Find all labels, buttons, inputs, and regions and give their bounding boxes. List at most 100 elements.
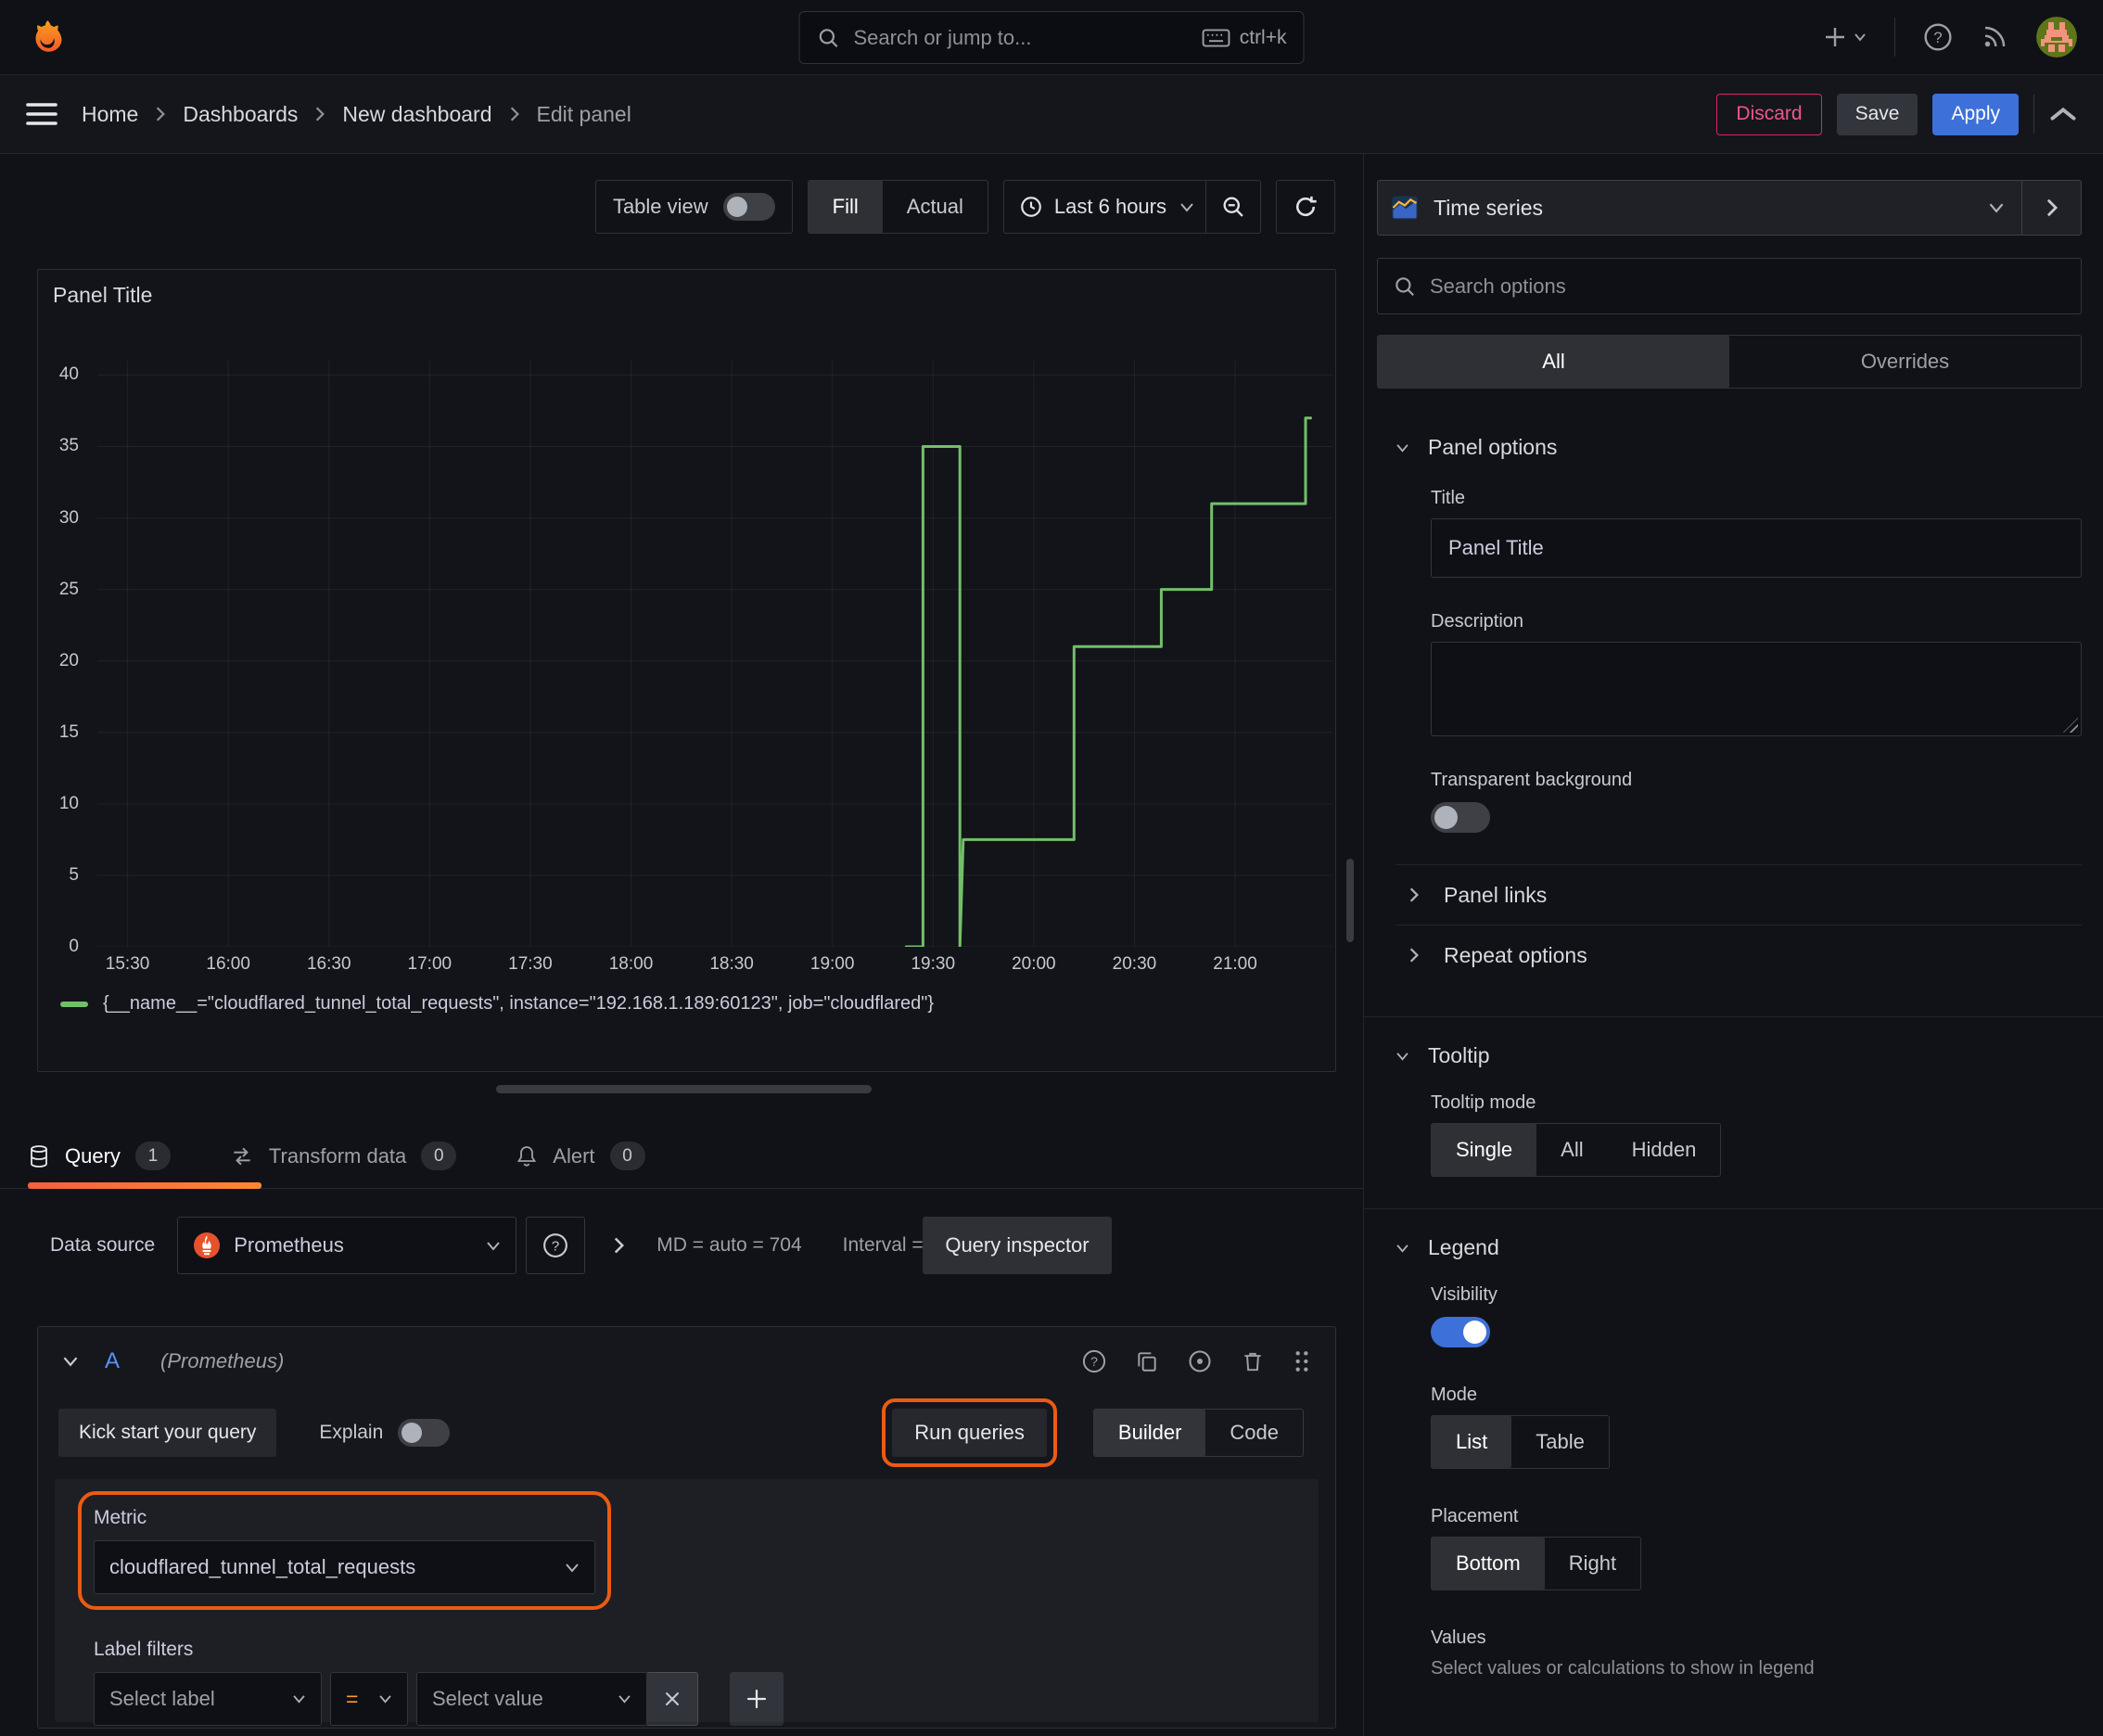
placement-bottom-option[interactable]: Bottom <box>1432 1538 1545 1589</box>
tooltip-all-option[interactable]: All <box>1536 1124 1607 1176</box>
help-icon[interactable]: ? <box>1923 22 1953 52</box>
legend-series-marker <box>60 1001 88 1007</box>
mode-list-option[interactable]: List <box>1432 1416 1512 1468</box>
toggle-viz-pane-button[interactable] <box>2021 181 2081 235</box>
breadcrumb-home[interactable]: Home <box>82 102 138 127</box>
refresh-button[interactable] <box>1276 180 1335 234</box>
query-help-icon[interactable]: ? <box>1081 1348 1107 1374</box>
table-view-label: Table view <box>612 195 708 218</box>
discard-button[interactable]: Discard <box>1716 93 1822 135</box>
tooltip-hidden-option[interactable]: Hidden <box>1608 1124 1721 1176</box>
tab-all[interactable]: All <box>1378 336 1729 388</box>
y-tick-label: 25 <box>58 579 79 599</box>
tooltip-mode-label: Tooltip mode <box>1431 1092 1536 1113</box>
drag-grip-icon[interactable] <box>1293 1349 1311 1373</box>
placement-right-option[interactable]: Right <box>1545 1538 1640 1589</box>
vertical-scrollbar[interactable] <box>1346 859 1354 942</box>
panel-options-header[interactable]: Panel options <box>1396 435 2082 460</box>
x-tick-label: 20:30 <box>1112 954 1157 974</box>
query-toolbar: Kick start your query Explain Run querie… <box>38 1396 1335 1470</box>
tooltip-single-option[interactable]: Single <box>1432 1124 1537 1176</box>
tab-transform-label: Transform data <box>268 1143 407 1168</box>
new-menu-button[interactable] <box>1824 24 1867 50</box>
y-tick-label: 20 <box>58 650 79 670</box>
panel-title-input[interactable] <box>1431 518 2082 578</box>
operator-dropdown[interactable]: = <box>330 1672 408 1726</box>
legend-header[interactable]: Legend <box>1396 1235 2082 1260</box>
breadcrumb-dashboards[interactable]: Dashboards <box>183 102 298 127</box>
transform-icon <box>230 1144 254 1168</box>
repeat-options-label: Repeat options <box>1444 942 1587 967</box>
actual-option[interactable]: Actual <box>883 181 988 233</box>
chart-plot[interactable] <box>97 361 1332 947</box>
panel-links-row[interactable]: Panel links <box>1408 865 2082 925</box>
legend-series-label[interactable]: {__name__="cloudflared_tunnel_total_requ… <box>103 993 934 1015</box>
explain-toggle[interactable] <box>398 1419 451 1447</box>
avatar[interactable] <box>2036 17 2077 57</box>
values-label: Values <box>1431 1628 1486 1648</box>
chevron-up-icon[interactable] <box>2049 105 2077 123</box>
active-tab-underline <box>28 1182 261 1189</box>
description-input[interactable] <box>1432 643 2081 735</box>
run-queries-button[interactable]: Run queries <box>882 1398 1057 1467</box>
metric-select[interactable]: cloudflared_tunnel_total_requests <box>94 1540 595 1594</box>
apply-button[interactable]: Apply <box>1932 93 2019 135</box>
tab-overrides[interactable]: Overrides <box>1729 336 2081 388</box>
options-search[interactable] <box>1377 258 2082 314</box>
datasource-help-button[interactable]: ? <box>526 1217 586 1274</box>
tooltip-header[interactable]: Tooltip <box>1396 1043 2082 1068</box>
tab-query[interactable]: Query 1 <box>28 1142 171 1170</box>
select-label-dropdown[interactable]: Select label <box>94 1672 322 1726</box>
expand-options-chevron-icon[interactable] <box>613 1236 625 1255</box>
repeat-options-row[interactable]: Repeat options <box>1408 925 2082 985</box>
mode-table-option[interactable]: Table <box>1511 1416 1609 1468</box>
global-search[interactable]: ctrl+k <box>798 11 1305 64</box>
placement-label: Placement <box>1431 1506 1519 1526</box>
visualization-picker[interactable]: Time series <box>1377 180 2082 236</box>
disable-query-eye-icon[interactable] <box>1187 1348 1213 1374</box>
grafana-logo[interactable] <box>26 18 65 57</box>
panel-title[interactable]: Panel Title <box>53 283 152 308</box>
global-search-input[interactable] <box>853 25 1190 50</box>
time-range-picker[interactable]: Last 6 hours <box>1002 180 1261 234</box>
bell-icon <box>516 1144 538 1168</box>
top-bar: ctrl+k ? <box>0 0 2103 75</box>
code-option[interactable]: Code <box>1205 1410 1303 1456</box>
select-value-dropdown[interactable]: Select value <box>416 1672 647 1726</box>
tab-transform-data[interactable]: Transform data 0 <box>230 1142 457 1170</box>
news-rss-icon[interactable] <box>1981 23 2008 51</box>
save-button[interactable]: Save <box>1836 93 1918 135</box>
panel-links-label: Panel links <box>1444 882 1548 907</box>
builder-option[interactable]: Builder <box>1093 1410 1206 1456</box>
add-filter-button[interactable] <box>730 1672 784 1726</box>
duplicate-query-icon[interactable] <box>1135 1349 1159 1373</box>
query-inspector-button[interactable]: Query inspector <box>923 1217 1112 1274</box>
x-tick-label: 16:00 <box>206 954 250 974</box>
zoom-out-icon[interactable] <box>1206 181 1260 233</box>
collapse-chevron-icon[interactable] <box>62 1356 79 1367</box>
chevron-down-icon <box>565 1563 580 1573</box>
horizontal-scrollbar[interactable] <box>496 1085 872 1093</box>
tab-alert[interactable]: Alert 0 <box>516 1142 645 1170</box>
delete-query-trash-icon[interactable] <box>1241 1349 1265 1373</box>
x-tick-label: 21:00 <box>1213 954 1257 974</box>
table-view-toggle[interactable] <box>722 193 775 221</box>
query-row-header[interactable]: A (Prometheus) ? <box>38 1327 1335 1396</box>
remove-filter-button[interactable] <box>647 1672 698 1726</box>
chart-legend[interactable]: {__name__="cloudflared_tunnel_total_requ… <box>60 993 934 1015</box>
legend-visibility-toggle[interactable] <box>1431 1317 1490 1347</box>
select-label-placeholder: Select label <box>109 1687 215 1710</box>
datasource-select[interactable]: Prometheus <box>177 1217 517 1274</box>
y-tick-label: 5 <box>69 864 79 885</box>
tooltip-mode-switch: Single All Hidden <box>1431 1123 1722 1177</box>
query-options-summary[interactable]: MD = auto = 704 Interval = 30s <box>656 1234 960 1257</box>
fill-option[interactable]: Fill <box>808 181 883 233</box>
breadcrumb-new-dashboard[interactable]: New dashboard <box>342 102 491 127</box>
menu-icon[interactable] <box>26 101 57 127</box>
builder-code-switch: Builder Code <box>1092 1409 1304 1457</box>
kick-start-button[interactable]: Kick start your query <box>58 1409 277 1457</box>
options-search-input[interactable] <box>1430 274 2066 299</box>
panel-toolbar: Table view Fill Actual Last 6 hours <box>594 180 1335 234</box>
chevron-right-icon <box>1408 947 1420 964</box>
transparent-bg-toggle[interactable] <box>1431 802 1490 833</box>
